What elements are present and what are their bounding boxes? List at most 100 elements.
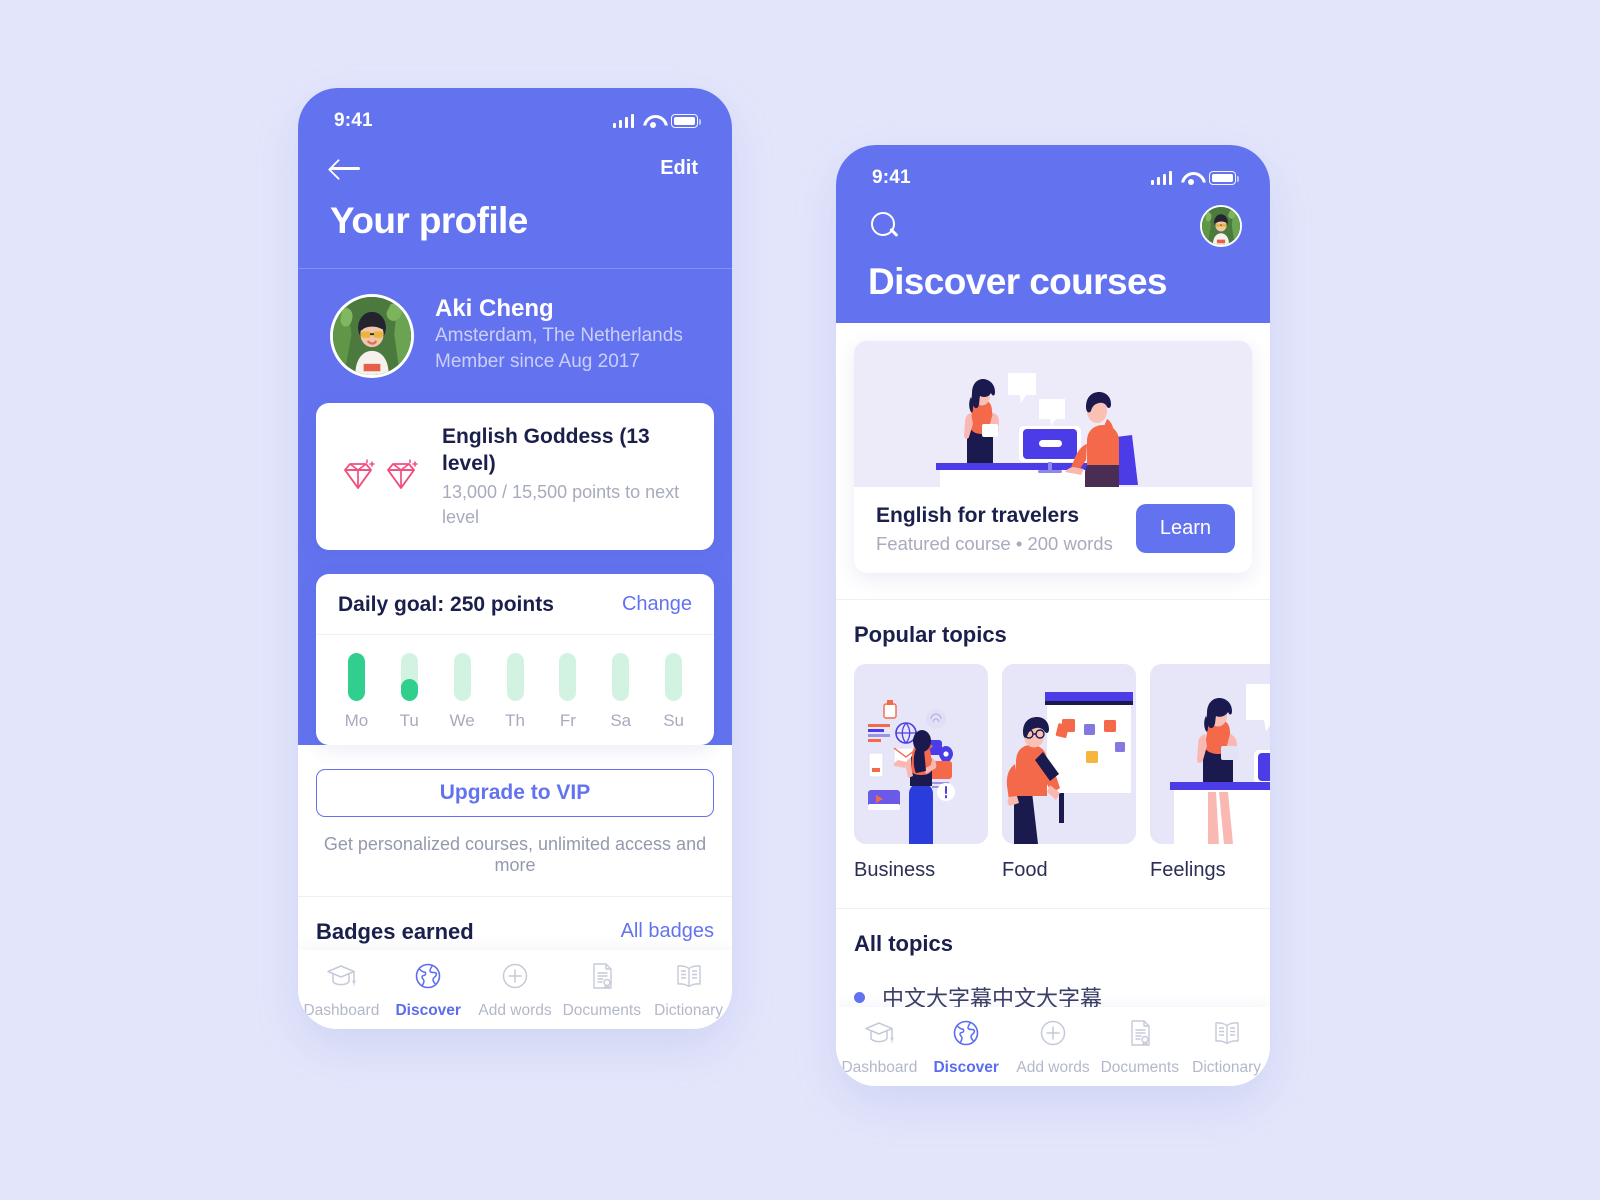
goal-day-we: We (436, 652, 489, 731)
graduation-cap-icon (864, 1019, 894, 1052)
tab-label: Dictionary (654, 1002, 724, 1019)
profile-blue-section: Aki Cheng Amsterdam, The Netherlands Mem… (298, 269, 732, 745)
vip-subtitle: Get personalized courses, unlimited acce… (323, 833, 707, 875)
badges-title: Badges earned (316, 918, 474, 944)
goal-day-th: Th (489, 652, 542, 731)
tab-label: Dictionary (1192, 1059, 1262, 1076)
goal-bar (665, 652, 683, 701)
discover-header: 9:41 Discover courses (836, 145, 1270, 323)
tab-discover[interactable]: Discover (923, 1019, 1010, 1077)
featured-course-card[interactable]: English for travelers Featured course • … (854, 341, 1252, 574)
tab-label: Discover (395, 1002, 461, 1019)
tab-add-words[interactable]: Add words (1010, 1019, 1097, 1077)
avatar-illustration (1202, 207, 1240, 245)
graduation-cap-icon (326, 962, 356, 995)
page-title: Discover courses (868, 261, 1168, 302)
badges-header: Badges earned All badges (298, 897, 732, 945)
status-icons (612, 114, 702, 128)
tab-discover[interactable]: Discover (385, 962, 472, 1020)
topic-card-business[interactable]: Business (854, 664, 988, 882)
battery-icon (671, 114, 702, 128)
featured-illustration (854, 341, 1252, 487)
tab-dashboard[interactable]: Dashboard (298, 962, 385, 1020)
tab-label: Add words (1016, 1059, 1090, 1076)
back-arrow-icon[interactable] (330, 157, 360, 179)
battery-icon (1209, 171, 1240, 185)
man-at-whiteboard-illustration (1002, 664, 1136, 845)
bullet-dot (854, 991, 865, 1003)
featured-course-info: English for travelers Featured course • … (854, 487, 1252, 573)
tab-documents[interactable]: Documents (1096, 1019, 1183, 1077)
cellular-signal-icon (1150, 171, 1172, 185)
book-icon (674, 962, 704, 995)
tab-add-words[interactable]: Add words (472, 962, 559, 1020)
status-bar: 9:41 (836, 145, 1270, 199)
woman-with-app-icons-illustration (854, 664, 988, 845)
tab-dictionary[interactable]: Dictionary (1183, 1019, 1270, 1077)
plus-circle-icon (500, 962, 530, 995)
tab-documents[interactable]: Documents (558, 962, 645, 1020)
wifi-icon (643, 114, 662, 128)
bottom-tab-bar: Dashboard Discover Add words Documents Dicti… (298, 950, 732, 1029)
search-icon[interactable] (870, 211, 900, 241)
learn-button[interactable]: Learn (1135, 504, 1235, 554)
change-goal-button[interactable]: Change (622, 593, 692, 616)
cellular-signal-icon (612, 114, 634, 128)
goal-bar (559, 652, 577, 701)
topic-label: Feelings (1150, 859, 1226, 882)
screenshot-canvas: 9:41 Edit Your profile Aki Cheng Amsterd… (0, 0, 1600, 1200)
discover-phone-mockup: 9:41 Discover courses English for travel… (836, 145, 1270, 1086)
goal-day-mo: Mo (330, 652, 383, 731)
document-icon (587, 962, 617, 995)
discover-nav-row (836, 199, 1270, 247)
diamond-icon-group (336, 459, 422, 493)
featured-course-subtitle: Featured course • 200 words (876, 533, 1113, 555)
popular-topics-title: Popular topics (854, 622, 1007, 648)
tab-label: Dashboard (841, 1059, 918, 1076)
profile-header: 9:41 Edit Your profile (298, 88, 732, 269)
tab-dashboard[interactable]: Dashboard (836, 1019, 923, 1077)
globe-icon (951, 1019, 981, 1052)
topic-card-feelings[interactable]: Feelings (1150, 664, 1270, 882)
popular-topics-row: Business Food Feelings (836, 648, 1270, 882)
bottom-tab-bar: Dashboard Discover Add words Documents Dicti… (836, 1007, 1270, 1086)
topic-card-food[interactable]: Food (1002, 664, 1136, 882)
tab-label: Documents (562, 1002, 641, 1019)
goal-day-sa: Sa (594, 652, 647, 731)
wifi-icon (1181, 171, 1200, 185)
topic-label: Business (854, 859, 936, 882)
goal-day-su: Su (647, 652, 700, 731)
level-card[interactable]: English Goddess (13 level) 13,000 / 15,5… (316, 403, 714, 550)
daily-goal-card: Daily goal: 250 points Change Mo Tu We Th Fr… (316, 573, 714, 745)
tab-label: Discover (933, 1059, 999, 1076)
avatar[interactable] (1200, 205, 1242, 247)
diamond-icon (386, 459, 418, 490)
tab-label: Dashboard (303, 1002, 380, 1019)
document-icon (1125, 1019, 1155, 1052)
daily-goal-header: Daily goal: 250 points Change (316, 574, 714, 634)
tab-label: Add words (478, 1002, 552, 1019)
level-title: English Goddess (13 level) (442, 425, 650, 476)
user-membership: Member since Aug 2017 (435, 351, 640, 373)
tab-dictionary[interactable]: Dictionary (645, 962, 732, 1020)
diamond-icon (343, 459, 375, 490)
status-time: 9:41 (872, 167, 911, 188)
all-badges-button[interactable]: All badges (621, 920, 714, 943)
edit-button[interactable]: Edit (660, 157, 698, 180)
goal-bar (612, 652, 630, 701)
plus-circle-icon (1038, 1019, 1068, 1052)
goal-day-label: Mo (344, 710, 369, 730)
page-title: Your profile (330, 200, 528, 241)
level-text: English Goddess (13 level) 13,000 / 15,5… (442, 423, 692, 530)
goal-bar (453, 652, 471, 701)
status-time: 9:41 (334, 110, 373, 131)
profile-phone-mockup: 9:41 Edit Your profile Aki Cheng Amsterd… (298, 88, 732, 1029)
avatar[interactable] (330, 294, 414, 378)
topic-label: Food (1002, 859, 1048, 882)
upgrade-to-vip-button[interactable]: Upgrade to VIP (316, 768, 714, 817)
goal-day-label: We (449, 710, 475, 730)
goal-day-label: Su (663, 710, 684, 730)
goal-bar (506, 652, 524, 701)
featured-course-title: English for travelers (876, 504, 1080, 527)
featured-course-text: English for travelers Featured course • … (876, 502, 1113, 555)
